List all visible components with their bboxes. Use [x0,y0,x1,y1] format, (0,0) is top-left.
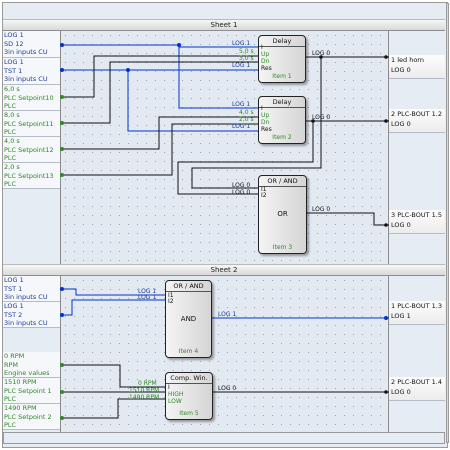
block-title: OR / AND [173,282,204,290]
block-item-label: Item 1 [272,73,292,80]
block-title: OR / AND [267,177,298,185]
junction-dot [60,147,64,151]
wire-or-out [306,212,389,226]
junction-dot [60,390,64,394]
block-item-label: Item 5 [179,410,199,417]
wire-setpoint12 [60,116,258,150]
block-function: OR [277,210,288,218]
block-item-label: Item 3 [272,244,293,251]
pin-value-label: 1490 RPM [129,394,160,401]
junction-dot [60,43,64,47]
output-value-label: LOG 0 [312,50,331,57]
wiring-layer [60,43,389,420]
pin-value-label: LOG 1 [232,101,251,108]
wire-setpoint11 [60,61,258,124]
wire-tst2-to-and [60,299,165,316]
junction-dot [384,223,388,227]
pin-value-label: LOG 1 [232,40,251,47]
pin-label: I2 [261,192,267,199]
or-and-block-4[interactable]: OR / AND I1 I2 AND Item 4 [165,280,212,358]
junction-dot [384,316,388,320]
junction-dot [384,390,388,394]
block-title: Comp. Win. [170,374,208,382]
pin-value-label: LOG 1 [232,62,251,69]
junction-dot [60,416,64,420]
block-function: AND [180,315,197,323]
horizontal-scrollbar[interactable] [3,432,445,444]
junction-dot [384,119,388,123]
pin-label: I2 [168,298,174,305]
junction-dot [60,313,64,317]
block-title: Delay [272,37,292,45]
block-divider [259,46,305,47]
pin-label: LOW [168,398,182,405]
junction-dot [60,68,64,72]
block-item-label: Item 2 [272,134,292,141]
block-item-label: Item 4 [178,348,199,355]
delay-block-1[interactable]: Delay I Up Dn Res Item 1 [258,35,306,83]
output-value-label: LOG 0 [312,114,331,121]
logic-editor: Sheet 1 LOG 1 SD 12 3in inputs CU LOG 1 … [0,0,450,450]
pin-value-label: LOG 1 [138,294,157,301]
junction-dot [126,68,130,72]
pin-label: Res [261,126,272,133]
junction-dot [384,55,388,59]
or-and-block-3[interactable]: OR / AND I1 I2 OR Item 3 [258,175,307,254]
block-divider [166,383,212,384]
pin-label: Res [261,65,272,72]
junction-dot [60,287,64,291]
junction-dot [60,173,64,177]
junction-dot [60,95,64,99]
output-value-label: LOG 0 [312,206,331,213]
vertical-scrollbar[interactable] [446,3,449,443]
junction-dot [60,363,64,367]
output-value-label: LOG 0 [218,385,237,392]
pin-value-label: LOG 1 [232,123,251,130]
output-value-label: LOG 1 [218,311,237,318]
block-title: Delay [272,98,292,106]
wire-setpoint2 [60,398,165,419]
block-divider [259,107,305,108]
wire-sd12-to-delay1-i [60,44,258,48]
delay-block-2[interactable]: Delay I Up Dn Res Item 2 [258,96,306,144]
junction-dot [177,43,181,47]
junction-dot [60,121,64,125]
comp-win-block-5[interactable]: Comp. Win. I HIGH LOW Item 5 [165,372,213,420]
pin-value-label: LOG 0 [232,189,251,196]
